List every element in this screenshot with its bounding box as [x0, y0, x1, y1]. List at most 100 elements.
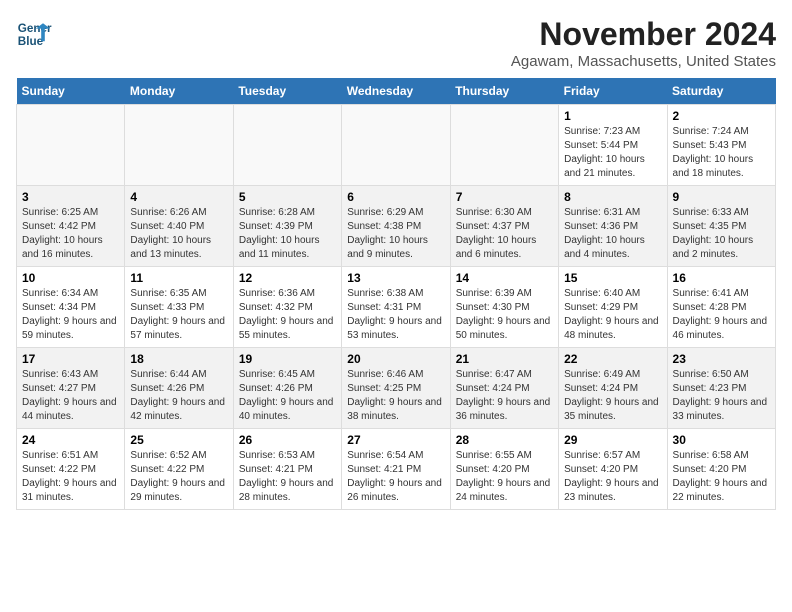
weekday-header-saturday: Saturday: [667, 78, 775, 105]
day-info: Sunrise: 6:31 AM Sunset: 4:36 PM Dayligh…: [564, 206, 661, 262]
day-number: 6: [347, 190, 444, 204]
calendar-cell: 19 Sunrise: 6:45 AM Sunset: 4:26 PM Dayli…: [233, 348, 341, 429]
calendar-cell: 6 Sunrise: 6:29 AM Sunset: 4:38 PM Daylig…: [342, 186, 450, 267]
day-info: Sunrise: 6:49 AM Sunset: 4:24 PM Dayligh…: [564, 368, 661, 424]
calendar-cell: [125, 105, 233, 186]
calendar-week-row: 17 Sunrise: 6:43 AM Sunset: 4:27 PM Dayli…: [17, 348, 776, 429]
day-number: 16: [673, 271, 770, 285]
day-info: Sunrise: 6:28 AM Sunset: 4:39 PM Dayligh…: [239, 206, 336, 262]
day-info: Sunrise: 6:58 AM Sunset: 4:20 PM Dayligh…: [673, 449, 770, 505]
day-number: 26: [239, 433, 336, 447]
day-info: Sunrise: 6:50 AM Sunset: 4:23 PM Dayligh…: [673, 368, 770, 424]
logo-icon: General Blue: [16, 16, 52, 52]
day-number: 27: [347, 433, 444, 447]
calendar-cell: [17, 105, 125, 186]
day-number: 8: [564, 190, 661, 204]
calendar-cell: 18 Sunrise: 6:44 AM Sunset: 4:26 PM Dayli…: [125, 348, 233, 429]
day-info: Sunrise: 6:46 AM Sunset: 4:25 PM Dayligh…: [347, 368, 444, 424]
calendar-cell: 23 Sunrise: 6:50 AM Sunset: 4:23 PM Dayli…: [667, 348, 775, 429]
day-number: 22: [564, 352, 661, 366]
calendar-week-row: 3 Sunrise: 6:25 AM Sunset: 4:42 PM Daylig…: [17, 186, 776, 267]
calendar-cell: 27Sunrise: 6:54 AM Sunset: 4:21 PM Dayli…: [342, 429, 450, 510]
calendar-subtitle: Agawam, Massachusetts, United States: [511, 53, 776, 70]
day-number: 25: [130, 433, 227, 447]
day-number: 12: [239, 271, 336, 285]
calendar-cell: 7Sunrise: 6:30 AM Sunset: 4:37 PM Daylig…: [450, 186, 558, 267]
day-number: 30: [673, 433, 770, 447]
calendar-cell: 30 Sunrise: 6:58 AM Sunset: 4:20 PM Dayli…: [667, 429, 775, 510]
title-section: November 2024 Agawam, Massachusetts, Uni…: [511, 16, 776, 70]
calendar-cell: 1 Sunrise: 7:23 AM Sunset: 5:44 PM Daylig…: [559, 105, 667, 186]
day-info: Sunrise: 6:36 AM Sunset: 4:32 PM Dayligh…: [239, 287, 336, 343]
day-number: 29: [564, 433, 661, 447]
calendar-week-row: 10Sunrise: 6:34 AM Sunset: 4:34 PM Dayli…: [17, 267, 776, 348]
day-info: Sunrise: 6:41 AM Sunset: 4:28 PM Dayligh…: [673, 287, 770, 343]
calendar-cell: 10Sunrise: 6:34 AM Sunset: 4:34 PM Dayli…: [17, 267, 125, 348]
calendar-cell: 9 Sunrise: 6:33 AM Sunset: 4:35 PM Daylig…: [667, 186, 775, 267]
day-info: Sunrise: 6:43 AM Sunset: 4:27 PM Dayligh…: [22, 368, 119, 424]
day-info: Sunrise: 6:39 AM Sunset: 4:30 PM Dayligh…: [456, 287, 553, 343]
day-number: 13: [347, 271, 444, 285]
day-info: Sunrise: 6:34 AM Sunset: 4:34 PM Dayligh…: [22, 287, 119, 343]
calendar-cell: 20 Sunrise: 6:46 AM Sunset: 4:25 PM Dayli…: [342, 348, 450, 429]
calendar-cell: 29 Sunrise: 6:57 AM Sunset: 4:20 PM Dayli…: [559, 429, 667, 510]
day-number: 11: [130, 271, 227, 285]
calendar-cell: 12 Sunrise: 6:36 AM Sunset: 4:32 PM Dayli…: [233, 267, 341, 348]
weekday-header-wednesday: Wednesday: [342, 78, 450, 105]
day-number: 5: [239, 190, 336, 204]
calendar-cell: 14 Sunrise: 6:39 AM Sunset: 4:30 PM Dayli…: [450, 267, 558, 348]
day-info: Sunrise: 6:44 AM Sunset: 4:26 PM Dayligh…: [130, 368, 227, 424]
day-info: Sunrise: 6:45 AM Sunset: 4:26 PM Dayligh…: [239, 368, 336, 424]
calendar-table: SundayMondayTuesdayWednesdayThursdayFrid…: [16, 78, 776, 510]
day-number: 2: [673, 109, 770, 123]
day-number: 18: [130, 352, 227, 366]
calendar-cell: 5 Sunrise: 6:28 AM Sunset: 4:39 PM Daylig…: [233, 186, 341, 267]
day-info: Sunrise: 6:53 AM Sunset: 4:21 PM Dayligh…: [239, 449, 336, 505]
day-number: 9: [673, 190, 770, 204]
day-info: Sunrise: 6:25 AM Sunset: 4:42 PM Dayligh…: [22, 206, 119, 262]
day-info: Sunrise: 6:33 AM Sunset: 4:35 PM Dayligh…: [673, 206, 770, 262]
day-number: 14: [456, 271, 553, 285]
svg-text:Blue: Blue: [18, 35, 44, 48]
day-number: 20: [347, 352, 444, 366]
day-number: 23: [673, 352, 770, 366]
day-number: 28: [456, 433, 553, 447]
day-number: 1: [564, 109, 661, 123]
day-number: 21: [456, 352, 553, 366]
calendar-cell: 26 Sunrise: 6:53 AM Sunset: 4:21 PM Dayli…: [233, 429, 341, 510]
weekday-header-row: SundayMondayTuesdayWednesdayThursdayFrid…: [17, 78, 776, 105]
weekday-header-sunday: Sunday: [17, 78, 125, 105]
day-number: 19: [239, 352, 336, 366]
day-info: Sunrise: 6:51 AM Sunset: 4:22 PM Dayligh…: [22, 449, 119, 505]
weekday-header-tuesday: Tuesday: [233, 78, 341, 105]
day-info: Sunrise: 7:23 AM Sunset: 5:44 PM Dayligh…: [564, 125, 661, 181]
calendar-cell: 2Sunrise: 7:24 AM Sunset: 5:43 PM Daylig…: [667, 105, 775, 186]
day-number: 17: [22, 352, 119, 366]
day-number: 3: [22, 190, 119, 204]
day-info: Sunrise: 6:52 AM Sunset: 4:22 PM Dayligh…: [130, 449, 227, 505]
svg-text:General: General: [18, 22, 52, 35]
day-info: Sunrise: 6:26 AM Sunset: 4:40 PM Dayligh…: [130, 206, 227, 262]
day-info: Sunrise: 6:30 AM Sunset: 4:37 PM Dayligh…: [456, 206, 553, 262]
weekday-header-thursday: Thursday: [450, 78, 558, 105]
calendar-week-row: 24Sunrise: 6:51 AM Sunset: 4:22 PM Dayli…: [17, 429, 776, 510]
day-info: Sunrise: 6:35 AM Sunset: 4:33 PM Dayligh…: [130, 287, 227, 343]
calendar-cell: [342, 105, 450, 186]
day-info: Sunrise: 6:57 AM Sunset: 4:20 PM Dayligh…: [564, 449, 661, 505]
calendar-week-row: 1 Sunrise: 7:23 AM Sunset: 5:44 PM Daylig…: [17, 105, 776, 186]
day-info: Sunrise: 6:29 AM Sunset: 4:38 PM Dayligh…: [347, 206, 444, 262]
calendar-cell: 13Sunrise: 6:38 AM Sunset: 4:31 PM Dayli…: [342, 267, 450, 348]
calendar-cell: 28 Sunrise: 6:55 AM Sunset: 4:20 PM Dayli…: [450, 429, 558, 510]
weekday-header-friday: Friday: [559, 78, 667, 105]
calendar-cell: 8 Sunrise: 6:31 AM Sunset: 4:36 PM Daylig…: [559, 186, 667, 267]
day-info: Sunrise: 6:55 AM Sunset: 4:20 PM Dayligh…: [456, 449, 553, 505]
calendar-cell: 24Sunrise: 6:51 AM Sunset: 4:22 PM Dayli…: [17, 429, 125, 510]
calendar-cell: 15Sunrise: 6:40 AM Sunset: 4:29 PM Dayli…: [559, 267, 667, 348]
logo: General Blue: [16, 16, 52, 52]
calendar-cell: 16 Sunrise: 6:41 AM Sunset: 4:28 PM Dayli…: [667, 267, 775, 348]
calendar-cell: 3 Sunrise: 6:25 AM Sunset: 4:42 PM Daylig…: [17, 186, 125, 267]
page-header: General Blue November 2024 Agawam, Massa…: [16, 16, 776, 70]
day-info: Sunrise: 6:47 AM Sunset: 4:24 PM Dayligh…: [456, 368, 553, 424]
day-info: Sunrise: 6:40 AM Sunset: 4:29 PM Dayligh…: [564, 287, 661, 343]
calendar-cell: 25 Sunrise: 6:52 AM Sunset: 4:22 PM Dayli…: [125, 429, 233, 510]
